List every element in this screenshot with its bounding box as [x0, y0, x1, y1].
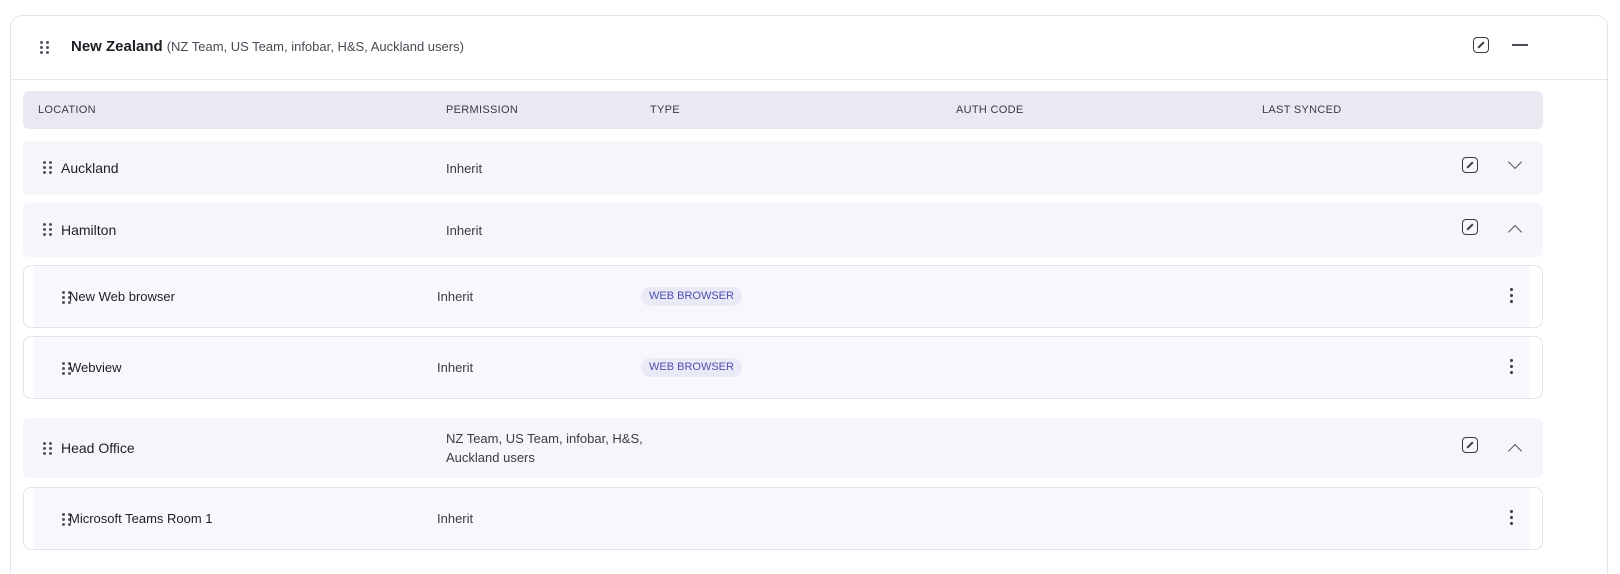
collapse-minus-icon	[1512, 44, 1528, 46]
expand-location-button[interactable]	[1507, 154, 1525, 175]
column-last-synced: LAST SYNCED	[1262, 104, 1342, 116]
device-row[interactable]: New Web browser Inherit WEB BROWSER	[23, 265, 1543, 328]
edit-location-button[interactable]	[1462, 157, 1480, 175]
chevron-down-icon	[1507, 154, 1523, 170]
edit-icon	[1462, 157, 1478, 173]
table-header: LOCATION PERMISSION TYPE AUTH CODE LAST …	[23, 91, 1543, 129]
drag-handle-icon[interactable]	[40, 41, 49, 54]
location-row-auckland[interactable]: Auckland Inherit	[23, 141, 1543, 195]
drag-handle-icon[interactable]	[43, 161, 52, 174]
device-type-badge: WEB BROWSER	[641, 358, 742, 377]
edit-group-button[interactable]	[1473, 37, 1491, 55]
group-permissions: (NZ Team, US Team, infobar, H&S, Aucklan…	[166, 39, 464, 54]
chevron-up-icon	[1507, 443, 1523, 459]
device-row[interactable]: Webview Inherit WEB BROWSER	[23, 336, 1543, 399]
group-header: New Zealand (NZ Team, US Team, infobar, H…	[11, 16, 1607, 80]
collapse-location-button[interactable]	[1507, 440, 1525, 459]
location-permission: Inherit	[446, 223, 483, 238]
device-permission: Inherit	[437, 511, 474, 526]
column-type: TYPE	[650, 104, 680, 116]
location-name: Hamilton	[61, 222, 117, 238]
location-permission-line: NZ Team, US Team, infobar, H&S,	[446, 431, 643, 446]
edit-icon	[1462, 437, 1478, 453]
drag-handle-icon[interactable]	[43, 223, 52, 236]
device-row[interactable]: Microsoft Teams Room 1 Inherit	[23, 487, 1543, 550]
device-permission: Inherit	[437, 360, 474, 375]
device-name: Microsoft Teams Room 1	[69, 511, 213, 526]
edit-location-button[interactable]	[1462, 219, 1480, 237]
device-permission: Inherit	[437, 289, 474, 304]
device-row-body	[34, 337, 1530, 398]
location-row-head-office[interactable]: Head Office NZ Team, US Team, infobar, H…	[23, 418, 1543, 478]
location-permission-line: Auckland users	[446, 450, 535, 465]
location-permission: NZ Team, US Team, infobar, H&S, Auckland…	[446, 429, 643, 467]
device-row-body	[34, 488, 1530, 549]
group-title: New Zealand (NZ Team, US Team, infobar, H…	[71, 38, 464, 55]
more-vertical-icon[interactable]	[1510, 510, 1514, 526]
column-permission: PERMISSION	[446, 104, 519, 116]
device-row-body	[34, 266, 1530, 327]
device-name: Webview	[69, 360, 122, 375]
edit-icon	[1473, 37, 1489, 53]
edit-icon	[1462, 219, 1478, 235]
group-title-text: New Zealand	[71, 38, 163, 55]
device-type-badge: WEB BROWSER	[641, 287, 742, 306]
chevron-up-icon	[1507, 224, 1523, 240]
more-vertical-icon[interactable]	[1510, 359, 1514, 375]
device-name: New Web browser	[69, 289, 175, 304]
more-vertical-icon[interactable]	[1510, 288, 1514, 304]
column-auth-code: AUTH CODE	[956, 104, 1024, 116]
collapse-group-button[interactable]	[1511, 37, 1529, 55]
collapse-location-button[interactable]	[1507, 221, 1525, 240]
drag-handle-icon[interactable]	[43, 442, 52, 455]
location-permission: Inherit	[446, 161, 483, 176]
column-location: LOCATION	[38, 104, 96, 116]
location-name: Head Office	[61, 440, 135, 456]
location-row-hamilton[interactable]: Hamilton Inherit	[23, 203, 1543, 257]
edit-location-button[interactable]	[1462, 437, 1480, 455]
location-name: Auckland	[61, 160, 119, 176]
